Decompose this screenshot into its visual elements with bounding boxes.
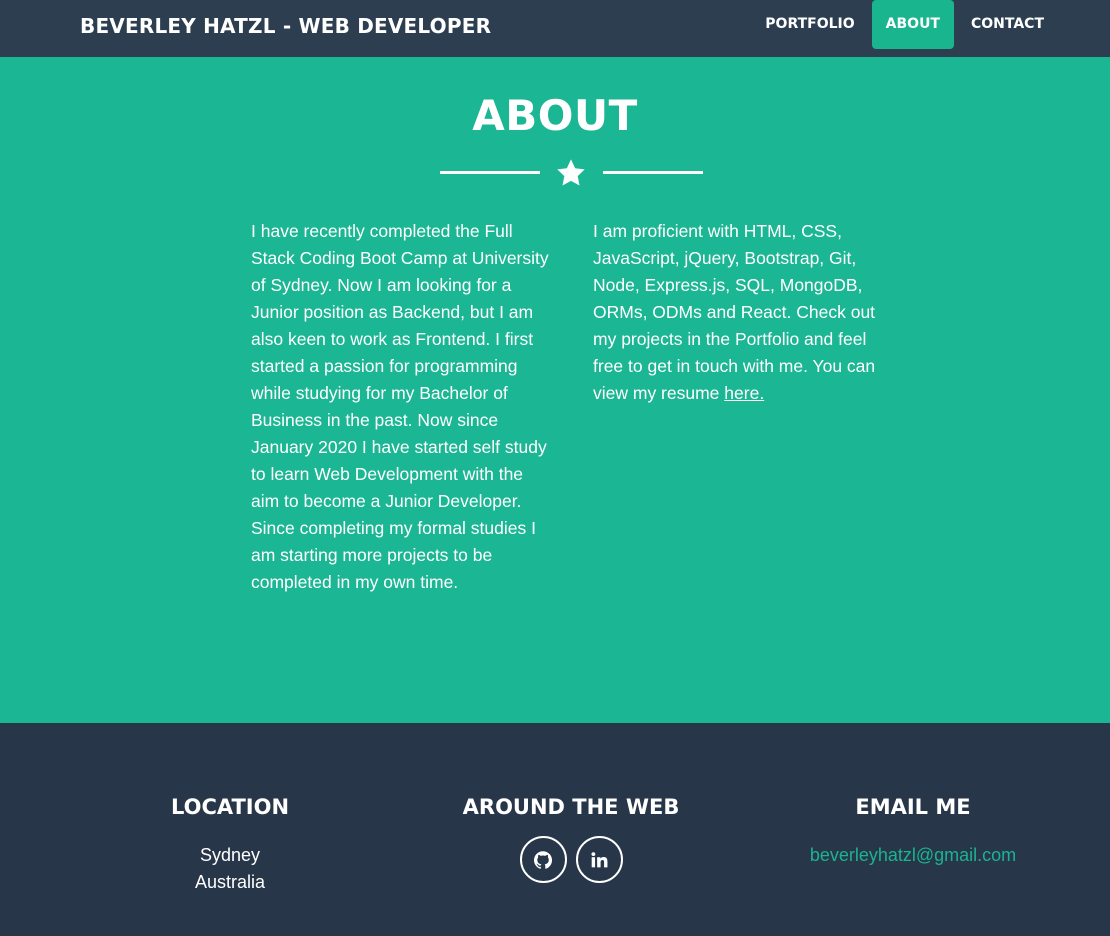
brand-link[interactable]: BEVERLEY HATZL - WEB DEVELOPER [80, 0, 491, 57]
footer: LOCATION Sydney Australia AROUND THE WEB… [0, 723, 1110, 936]
linkedin-icon [591, 851, 608, 867]
nav-link-contact[interactable]: CONTACT [957, 0, 1058, 49]
divider-line-right [603, 171, 703, 174]
navbar: BEVERLEY HATZL - WEB DEVELOPER PORTFOLIO… [0, 0, 1110, 57]
github-button[interactable] [519, 836, 567, 883]
about-title: ABOUT [472, 91, 638, 140]
divider-line-left [440, 171, 540, 174]
about-text-left: I have recently completed the Full Stack… [251, 221, 549, 592]
linkedin-button[interactable] [575, 836, 623, 883]
email-heading: EMAIL ME [855, 795, 971, 819]
about-section: ABOUT I have recently completed the Full… [0, 57, 1110, 723]
footer-location: LOCATION Sydney Australia [70, 793, 390, 896]
star-icon [557, 159, 585, 186]
footer-email: EMAIL ME beverleyhatzl@gmail.com [753, 793, 1073, 869]
about-text-right: I am proficient with HTML, CSS, JavaScri… [593, 218, 893, 407]
resume-link[interactable]: here. [724, 383, 764, 403]
location-heading: LOCATION [170, 795, 290, 819]
nav-menu: PORTFOLIO ABOUT CONTACT [748, 0, 1058, 57]
star-divider [440, 157, 703, 191]
around-the-web-heading: AROUND THE WEB [462, 795, 680, 819]
email-link[interactable]: beverleyhatzl@gmail.com [810, 845, 1016, 865]
nav-link-portfolio[interactable]: PORTFOLIO [751, 0, 868, 49]
social-links [411, 836, 731, 883]
location-country: Australia [194, 872, 266, 892]
nav-link-about[interactable]: ABOUT [871, 0, 954, 49]
footer-around-the-web: AROUND THE WEB [411, 793, 731, 883]
location-city: Sydney [199, 845, 261, 865]
about-text-right-body: I am proficient with HTML, CSS, JavaScri… [593, 221, 876, 403]
github-icon [534, 850, 552, 869]
